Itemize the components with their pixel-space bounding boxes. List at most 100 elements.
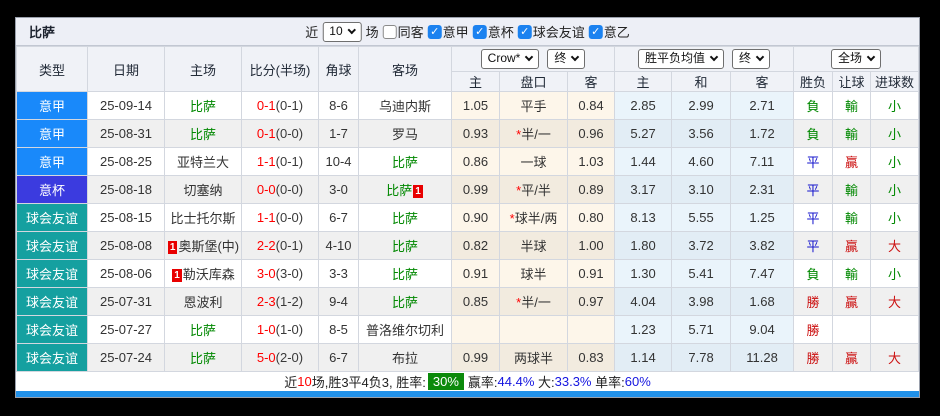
handicap-value: 一球 — [499, 147, 568, 176]
goals-result: 小 — [870, 91, 919, 120]
half-time-score: (0-0) — [275, 210, 304, 225]
avg-draw-value: 3.72 — [671, 231, 732, 260]
match-row: 球会友谊 25-07-31 恩波利 2-3(1-2) 9-4 比萨 0.85 *… — [16, 287, 919, 316]
odds-away-value: 0.96 — [566, 119, 616, 148]
serie-b-checkbox[interactable]: ✓ — [588, 24, 603, 39]
league-type-badge: 球会友谊 — [16, 203, 88, 232]
handicap-result: 贏 — [832, 231, 872, 260]
handicap-value: 球半 — [499, 259, 568, 288]
coppa-checkbox[interactable]: ✓ — [472, 24, 487, 39]
handicap-result: 贏 — [832, 287, 872, 316]
scope-group-header: 全场 — [793, 46, 919, 72]
handicap-value: *平/半 — [499, 175, 568, 204]
odds-away-value: 0.84 — [566, 91, 616, 120]
match-row: 球会友谊 25-08-08 1 奥斯堡(中) 2-2(0-1) 4-10 比萨 0… — [16, 231, 919, 260]
scope-value: 全场 — [838, 51, 863, 65]
match-date: 25-08-06 — [87, 259, 165, 288]
avg-type-select[interactable]: 胜平负均值 — [638, 49, 725, 69]
odds-away-value: 1.03 — [566, 147, 616, 176]
odds-home-value: 0.99 — [451, 175, 500, 204]
matches-label: 场 — [365, 25, 379, 40]
outcome-result: 勝 — [793, 315, 834, 344]
avg-home-value: 3.17 — [614, 175, 673, 204]
handicap-value: *半/一 — [499, 287, 568, 316]
odds-group-header: Crow* 终 — [450, 46, 616, 72]
chevron-down-icon — [866, 52, 876, 62]
avg-away-value: 11.28 — [730, 343, 795, 372]
home-team: 恩波利 — [164, 287, 242, 316]
chevron-down-icon — [347, 25, 356, 34]
avg-away-value: 9.04 — [730, 315, 795, 344]
match-row: 球会友谊 25-07-27 比萨 1-0(1-0) 8-5 普洛维尔切利 1.2… — [16, 315, 919, 344]
chevron-down-icon — [709, 52, 719, 62]
odds-home-value — [451, 315, 500, 344]
summary-footer: 近 10 场,胜3平4负3, 胜率: 30% 赢率: 44.4% 大: 33.3% 单率: 6… — [16, 372, 919, 391]
full-time-score: 2-2 — [256, 238, 276, 253]
friendly-checkbox[interactable]: ✓ — [517, 24, 532, 39]
half-time-score: (0-1) — [275, 238, 304, 253]
col-header-type: 类型 — [16, 46, 88, 92]
recent-count-select[interactable]: 10 — [322, 21, 362, 42]
odds-period-select[interactable]: 终 — [547, 49, 586, 69]
full-time-score: 3-0 — [256, 266, 276, 281]
chevron-down-icon — [525, 52, 534, 62]
score-cell: 2-2(0-1) — [241, 231, 319, 260]
corners-value: 8-5 — [318, 315, 359, 344]
score-cell: 2-3(1-2) — [241, 287, 319, 316]
col-header-away: 客场 — [358, 46, 452, 92]
odds-away-value: 1.00 — [566, 231, 616, 260]
league-type-badge: 意杯 — [16, 175, 88, 204]
same-away-checkbox[interactable] — [382, 24, 397, 39]
corners-value: 4-10 — [318, 231, 359, 260]
home-team: 比萨 — [164, 119, 242, 148]
league-type-badge: 意甲 — [16, 119, 88, 148]
goals-result: 小 — [870, 147, 919, 176]
matches-table: 类型 日期 主场 比分(半场) 角球 客场 Crow* 终 胜平负均值 终 全场… — [16, 46, 919, 372]
avg-period-select[interactable]: 终 — [732, 49, 771, 69]
full-time-score: 1-1 — [256, 210, 276, 225]
home-team: 切塞纳 — [164, 175, 242, 204]
avg-away-value: 2.31 — [730, 175, 795, 204]
footer-seg2-label: 赢率: — [467, 375, 498, 390]
avg-away-value: 1.25 — [730, 203, 795, 232]
odds-away-value — [566, 315, 616, 344]
handicap-result: 輸 — [832, 175, 872, 204]
odds-away-value: 0.83 — [566, 343, 616, 372]
footer-seg4-label: 单率: — [591, 375, 625, 390]
filter-controls: 近 10 场 同客 ✓ 意甲 ✓ 意杯 ✓ 球会友谊 ✓ 意乙 — [305, 18, 630, 45]
corners-value: 10-4 — [318, 147, 359, 176]
score-cell: 0-1(0-0) — [241, 119, 319, 148]
avg-draw-value: 7.78 — [671, 343, 732, 372]
goals-result: 小 — [870, 119, 919, 148]
match-date: 25-07-24 — [87, 343, 165, 372]
col-header-corners: 角球 — [318, 46, 359, 92]
home-team: 比士托尔斯 — [164, 203, 242, 232]
full-time-score: 5-0 — [256, 350, 276, 365]
scope-select[interactable]: 全场 — [831, 49, 882, 69]
matches-table-wrap: 类型 日期 主场 比分(半场) 角球 客场 Crow* 终 胜平负均值 终 全场… — [16, 46, 919, 372]
odds-away-value: 0.91 — [566, 259, 616, 288]
sub-header-odds-home: 主 — [451, 71, 500, 92]
avg-draw-value: 3.98 — [671, 287, 732, 316]
recent-count-value: 10 — [329, 23, 343, 38]
serie-a-checkbox[interactable]: ✓ — [427, 24, 442, 39]
home-team: 比萨 — [164, 91, 242, 120]
avg-draw-value: 3.56 — [671, 119, 732, 148]
avg-draw-value: 4.60 — [671, 147, 732, 176]
screenshot-root: { "header": { "title": "比萨", "recent_lab… — [0, 0, 940, 416]
serie-b-label: 意乙 — [603, 25, 630, 40]
sub-header-handicap: 盘口 — [499, 71, 568, 92]
away-team: 比萨 — [358, 203, 452, 232]
avg-type-value: 胜平负均值 — [645, 51, 706, 65]
odds-source-select[interactable]: Crow* — [480, 49, 540, 69]
full-time-score: 2-3 — [256, 294, 276, 309]
away-team: 比萨 — [358, 147, 452, 176]
sub-header-handicap-result: 让球 — [832, 71, 872, 92]
odds-home-value: 0.93 — [451, 119, 500, 148]
win-rate-badge: 30% — [427, 373, 464, 390]
filter-friendly: ✓ 球会友谊 — [517, 22, 585, 41]
avg-draw-value: 5.71 — [671, 315, 732, 344]
match-date: 25-08-25 — [87, 147, 165, 176]
away-team: 布拉 — [358, 343, 452, 372]
home-team: 比萨 — [164, 343, 242, 372]
